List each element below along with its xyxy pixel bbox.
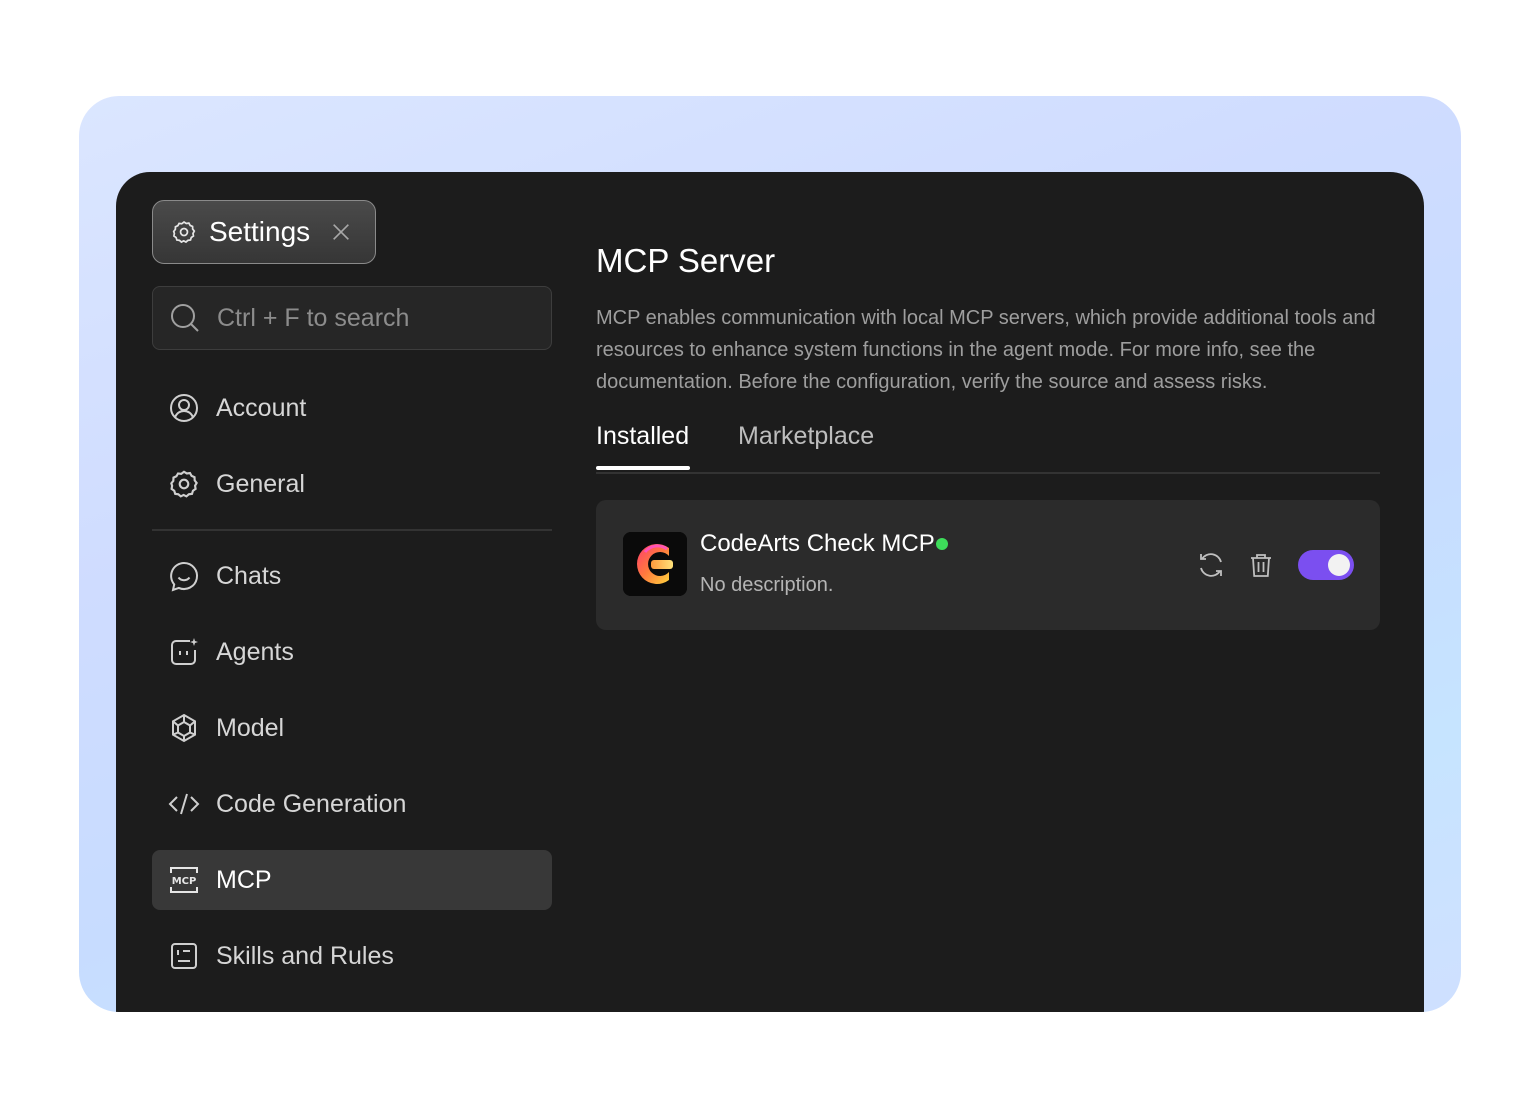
sidebar-item-chats[interactable]: Chats: [152, 546, 552, 606]
gear-icon: [172, 220, 196, 244]
page-description: MCP enables communication with local MCP…: [596, 307, 1376, 393]
background-frame: Settings Account: [79, 96, 1461, 1012]
rules-list-icon: [171, 943, 197, 969]
sidebar-item-general[interactable]: General: [152, 454, 552, 514]
sidebar-item-label: General: [216, 469, 305, 498]
sidebar-item-skills-and-rules[interactable]: Skills and Rules: [152, 926, 552, 986]
sidebar-item-label: Code Generation: [216, 789, 407, 818]
sidebar-item-label: Model: [216, 713, 285, 742]
server-name: CodeArts Check MCP: [700, 530, 935, 557]
chat-bubble-icon: [170, 561, 199, 592]
code-icon: [168, 793, 200, 815]
sidebar-item-account[interactable]: Account: [152, 378, 552, 438]
search-input[interactable]: [217, 303, 537, 333]
sidebar-item-label: Skills and Rules: [216, 941, 394, 970]
server-description: No description.: [700, 574, 834, 596]
sidebar-item-label: MCP: [216, 865, 272, 894]
sidebar-item-model[interactable]: Model: [152, 698, 552, 758]
sidebar-item-label: Account: [216, 393, 307, 422]
search-box[interactable]: [152, 286, 552, 350]
user-circle-icon: [170, 394, 198, 422]
codearts-logo-icon: [623, 532, 687, 596]
settings-window: Settings Account: [116, 172, 1424, 1012]
page-title: MCP Server: [596, 242, 776, 279]
server-enable-toggle[interactable]: [1298, 550, 1354, 580]
tab-installed[interactable]: Installed: [596, 422, 690, 474]
tab-marketplace[interactable]: Marketplace: [738, 422, 874, 474]
sidebar-divider: [152, 529, 552, 531]
sidebar-item-mcp[interactable]: MCP MCP: [152, 850, 552, 910]
toggle-knob: [1328, 554, 1350, 576]
search-icon: [171, 304, 199, 332]
trash-icon[interactable]: [1246, 550, 1276, 580]
sidebar-item-agents[interactable]: Agents: [152, 622, 552, 682]
svg-text:MCP: MCP: [172, 876, 197, 887]
gear-icon: [170, 470, 198, 498]
sidebar-item-label: Agents: [216, 637, 294, 666]
settings-tab[interactable]: Settings: [152, 200, 376, 264]
status-indicator: [936, 538, 948, 550]
server-card: CodeArts Check MCP No description.: [596, 500, 1380, 630]
active-tab-indicator: [596, 466, 690, 470]
sidebar-item-code-generation[interactable]: Code Generation: [152, 774, 552, 834]
tab-marketplace-label: Marketplace: [738, 422, 875, 450]
refresh-icon[interactable]: [1196, 550, 1226, 580]
agent-sparkle-icon: [171, 638, 198, 665]
model-hexagon-icon: [172, 713, 196, 743]
tab-installed-label: Installed: [596, 422, 690, 450]
close-icon[interactable]: [330, 221, 352, 243]
tab-bar: Installed Marketplace: [596, 422, 1380, 474]
sidebar-item-label: Chats: [216, 561, 282, 590]
settings-tab-title: Settings: [209, 216, 311, 247]
mcp-icon: MCP: [170, 867, 198, 893]
